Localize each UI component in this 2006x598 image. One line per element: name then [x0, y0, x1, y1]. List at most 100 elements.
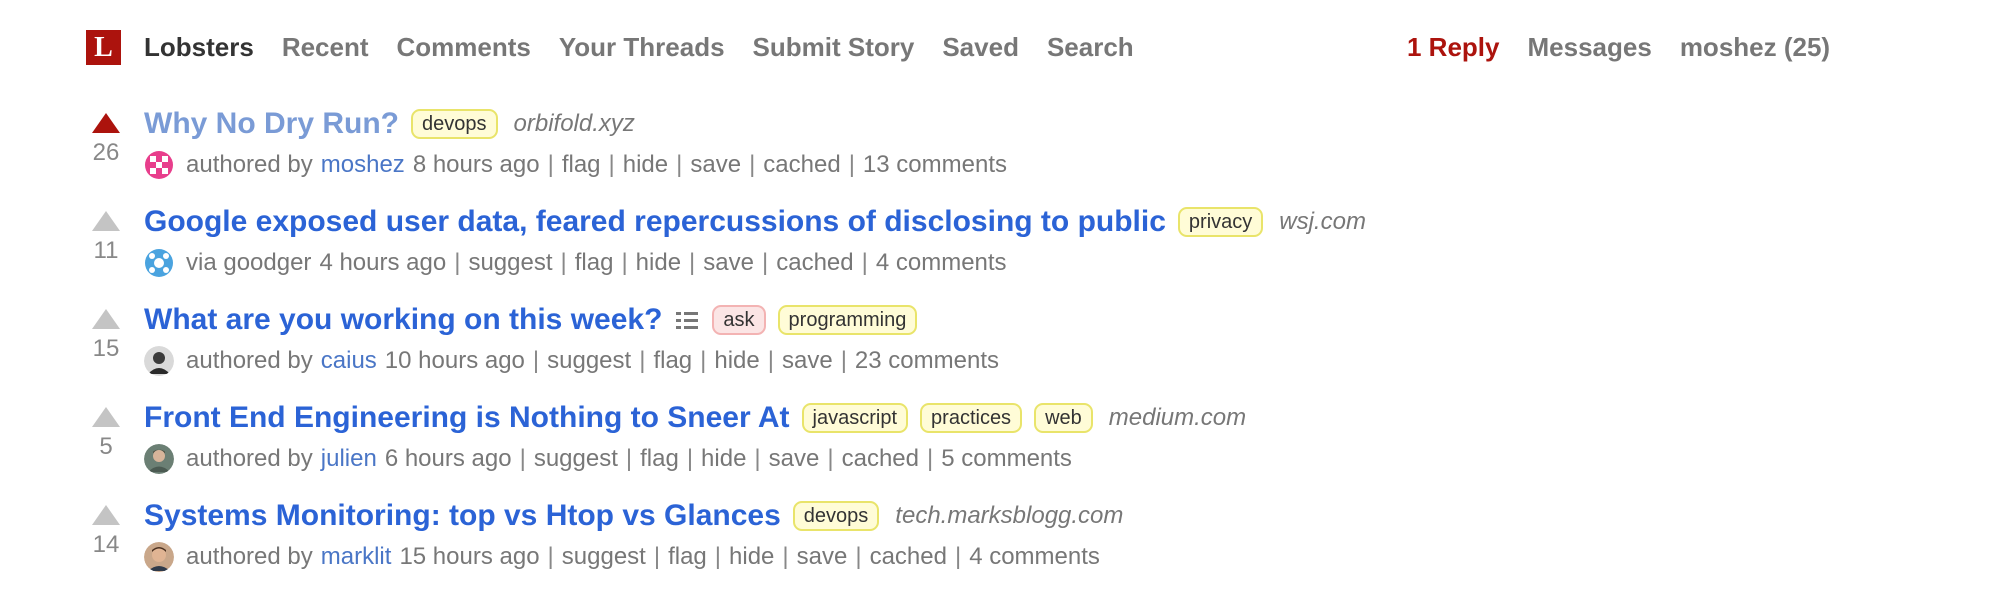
tag-practices[interactable]: practices [920, 403, 1023, 433]
story-score: 14 [92, 531, 120, 558]
photo-avatar[interactable] [144, 444, 174, 474]
cached-link[interactable]: cached [842, 445, 919, 473]
save-link[interactable]: save [703, 249, 754, 277]
flag-link[interactable]: flag [668, 543, 707, 571]
suggest-link[interactable]: suggest [534, 445, 618, 473]
save-link[interactable]: save [690, 151, 741, 179]
photo-avatar[interactable] [144, 542, 174, 572]
separator: | [676, 151, 683, 178]
suggest-link[interactable]: suggest [468, 249, 552, 277]
nav-your-threads[interactable]: Your Threads [559, 32, 725, 63]
comments-link[interactable]: 13 comments [863, 151, 1007, 179]
photo-avatar[interactable] [144, 346, 174, 376]
hide-link[interactable]: hide [636, 249, 681, 277]
nav-lobsters[interactable]: Lobsters [144, 32, 254, 63]
flag-link[interactable]: flag [562, 151, 601, 179]
story-title-row: Systems Monitoring: top vs Htop vs Glanc… [144, 495, 1926, 537]
tag-devops[interactable]: devops [411, 109, 498, 139]
cached-link[interactable]: cached [776, 249, 853, 277]
story-item: 15 What are you working on this week? as… [86, 299, 1926, 397]
upvote-arrow-icon[interactable] [92, 309, 120, 329]
story-author-link[interactable]: marklit [321, 543, 392, 571]
comments-link[interactable]: 4 comments [876, 249, 1007, 277]
hide-link[interactable]: hide [701, 445, 746, 473]
upvote-arrow-icon[interactable] [92, 113, 120, 133]
tag-devops[interactable]: devops [792, 501, 880, 531]
story-domain[interactable]: orbifold.xyz [514, 110, 635, 138]
story-details: Google exposed user data, feared repercu… [144, 201, 1926, 283]
nav-messages[interactable]: Messages [1528, 32, 1652, 63]
story-time: 6 hours ago [384, 445, 512, 472]
story-domain[interactable]: wsj.com [1279, 208, 1366, 236]
story-title-link[interactable]: Front End Engineering is Nothing to Snee… [144, 401, 790, 435]
story-list: 26 Why No Dry Run? devops orbifold.xyz a… [86, 103, 1926, 593]
separator: | [621, 249, 628, 276]
separator: | [861, 249, 868, 276]
flag-link[interactable]: flag [575, 249, 614, 277]
story-author-link[interactable]: julien [321, 445, 377, 473]
separator: | [639, 347, 646, 374]
tag-ask[interactable]: ask [712, 305, 766, 335]
separator: | [653, 543, 661, 570]
nav-submit-story[interactable]: Submit Story [753, 32, 915, 63]
story-domain[interactable]: medium.com [1109, 404, 1246, 432]
suggest-link[interactable]: suggest [562, 543, 646, 571]
separator: | [608, 151, 615, 178]
separator: | [767, 347, 774, 374]
nav-user-profile[interactable]: moshez (25) [1680, 32, 1830, 63]
story-byline: authored by caius 10 hours ago | suggest… [144, 341, 1926, 381]
flag-link[interactable]: flag [640, 445, 679, 473]
save-link[interactable]: save [797, 543, 848, 571]
story-title-link[interactable]: Why No Dry Run? [144, 107, 399, 141]
separator: | [855, 543, 862, 570]
tag-web[interactable]: web [1034, 403, 1093, 433]
nav-replies[interactable]: 1 Reply [1407, 32, 1500, 63]
separator: | [782, 543, 789, 570]
story-author-link[interactable]: moshez [321, 151, 405, 179]
story-title-link[interactable]: Google exposed user data, feared repercu… [144, 205, 1166, 239]
comments-link[interactable]: 5 comments [941, 445, 1072, 473]
nav-comments[interactable]: Comments [397, 32, 531, 63]
cached-link[interactable]: cached [870, 543, 947, 571]
save-link[interactable]: save [769, 445, 820, 473]
separator: | [519, 445, 526, 472]
nav-search[interactable]: Search [1047, 32, 1134, 63]
story-author-link[interactable]: caius [321, 347, 377, 375]
hide-link[interactable]: hide [729, 543, 774, 571]
story-byline: authored by marklit 15 hours ago | sugge… [144, 537, 1926, 577]
flag-link[interactable]: flag [653, 347, 692, 375]
tag-javascript[interactable]: javascript [801, 403, 909, 433]
hide-link[interactable]: hide [714, 347, 759, 375]
comments-link[interactable]: 4 comments [969, 543, 1100, 571]
story-title-link[interactable]: Systems Monitoring: top vs Htop vs Glanc… [144, 499, 781, 533]
separator: | [761, 249, 769, 276]
suggest-link[interactable]: suggest [547, 347, 631, 375]
hide-link[interactable]: hide [623, 151, 668, 179]
separator: | [454, 249, 461, 276]
nav-saved[interactable]: Saved [942, 32, 1019, 63]
tag-programming[interactable]: programming [777, 305, 918, 335]
upvote-arrow-icon[interactable] [92, 505, 120, 525]
separator: | [689, 249, 696, 276]
story-byline: authored by julien 6 hours ago | suggest… [144, 439, 1926, 479]
cached-link[interactable]: cached [763, 151, 840, 179]
story-time: 15 hours ago [399, 543, 540, 570]
pink-pattern-avatar[interactable] [144, 150, 174, 180]
blue-pattern-avatar[interactable] [144, 248, 174, 278]
comments-link[interactable]: 23 comments [855, 347, 999, 375]
story-title-link[interactable]: What are you working on this week? [144, 303, 662, 337]
user-nav: 1 Reply Messages moshez (25) [1407, 27, 1830, 67]
nav-recent[interactable]: Recent [282, 32, 369, 63]
separator: | [827, 445, 834, 472]
tag-privacy[interactable]: privacy [1177, 207, 1264, 237]
lobsters-logo[interactable]: L [86, 30, 121, 65]
story-title-row: Front End Engineering is Nothing to Snee… [144, 397, 1926, 439]
separator: | [926, 445, 934, 472]
byline-prefix: authored by [186, 543, 313, 570]
story-domain[interactable]: tech.marksblogg.com [895, 502, 1123, 530]
story-time: 10 hours ago [384, 347, 525, 374]
upvote-arrow-icon[interactable] [92, 407, 120, 427]
save-link[interactable]: save [782, 347, 833, 375]
text-post-icon [676, 311, 699, 329]
upvote-arrow-icon[interactable] [92, 211, 120, 231]
